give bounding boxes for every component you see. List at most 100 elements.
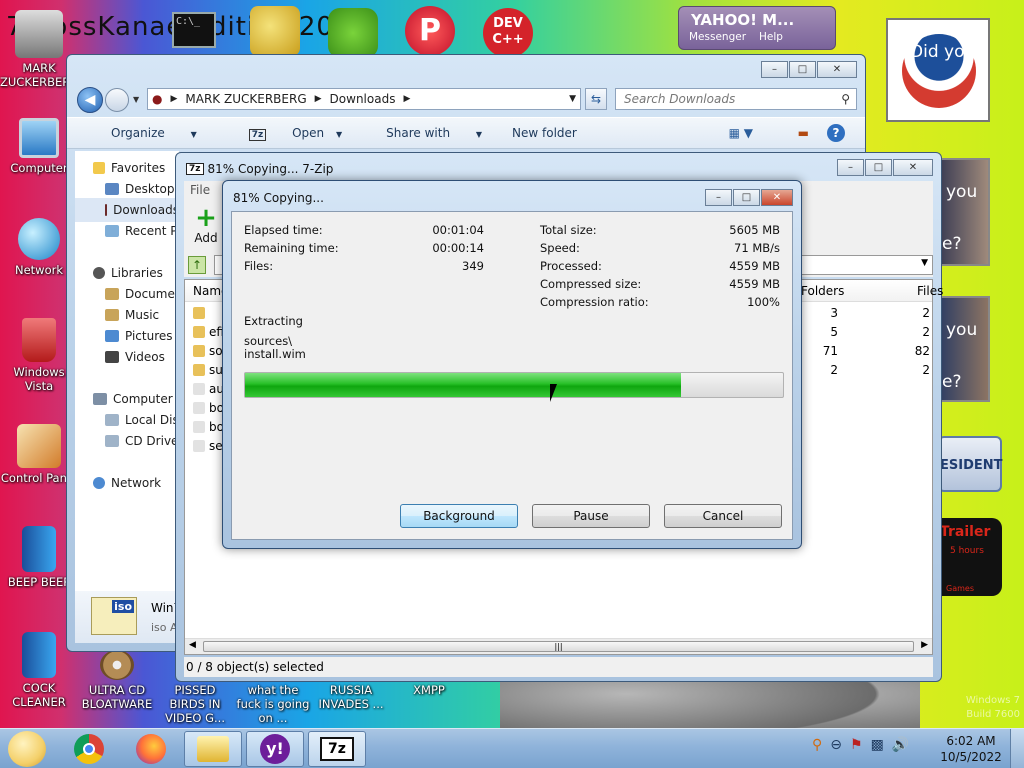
details-pane: iso Win7 iso A — [75, 591, 181, 643]
nav-network[interactable]: Network — [93, 476, 161, 490]
obama-poster-gadget[interactable]: Did you — [886, 18, 990, 122]
nav-videos[interactable]: Videos — [105, 350, 165, 364]
history-dropdown-icon[interactable]: ▼ — [133, 95, 139, 104]
network-globe-icon — [18, 218, 60, 260]
background-button[interactable]: Background — [400, 504, 518, 528]
network-tray-icon[interactable]: ▩ — [871, 737, 884, 753]
user-folder-icon — [15, 10, 63, 58]
close-button[interactable]: ✕ — [761, 189, 793, 206]
cell-files: 2 — [922, 325, 930, 339]
cd-drive-icon — [105, 435, 119, 447]
new-folder-button[interactable]: New folder — [512, 126, 577, 140]
clock[interactable]: 6:02 AM 10/5/2022 — [938, 733, 1004, 765]
close-button[interactable]: ✕ — [817, 61, 857, 78]
trailer-gadget[interactable]: Trailer 5 hours Games — [938, 518, 1002, 596]
nav-favorites[interactable]: Favorites — [93, 161, 165, 175]
yahoo-help-label: Help — [759, 31, 783, 43]
close-button[interactable]: ✕ — [893, 159, 933, 176]
pictures-icon — [105, 330, 119, 342]
share-with-button[interactable]: Share with ▼ — [364, 126, 482, 140]
minimize-button[interactable]: – — [837, 159, 864, 176]
taskbar-firefox[interactable] — [122, 731, 180, 767]
menu-file[interactable]: File — [190, 183, 210, 197]
beep-beep-icon — [22, 526, 56, 572]
p-logo-icon[interactable]: P — [405, 6, 455, 56]
forward-button[interactable] — [105, 88, 129, 112]
music-icon — [105, 309, 119, 321]
desktop-icon-ultra-cd[interactable]: ULTRA CD BLOATWARE — [78, 650, 156, 711]
file-icon — [193, 402, 205, 414]
add-button[interactable]: + Add — [188, 205, 224, 245]
maximize-button[interactable]: □ — [789, 61, 816, 78]
scroll-right-icon[interactable]: ▶ — [921, 640, 928, 650]
minimize-button[interactable]: – — [761, 61, 788, 78]
president-gadget[interactable]: ESIDENT — [938, 436, 1003, 492]
minimize-button[interactable]: – — [705, 189, 732, 206]
path-dropdown-icon[interactable]: ▼ — [921, 258, 928, 268]
file-icon — [193, 383, 205, 395]
recent-places-icon — [105, 225, 119, 237]
show-desktop-button[interactable] — [1010, 729, 1024, 768]
nav-pictures[interactable]: Pictures — [105, 329, 173, 343]
up-folder-icon[interactable]: ↑ — [188, 256, 206, 274]
stat-label: Total size: — [540, 223, 597, 237]
nav-computer[interactable]: Computer — [93, 392, 173, 406]
preview-pane-icon[interactable]: ▬ — [798, 126, 809, 140]
nav-music[interactable]: Music — [105, 308, 159, 322]
horizontal-scrollbar[interactable]: ◀ ||| ▶ — [185, 638, 932, 654]
taskbar-7zip[interactable]: 7z — [308, 731, 366, 767]
col-files[interactable]: Files — [917, 284, 943, 298]
folder-stack-icon[interactable] — [250, 6, 300, 56]
dev-cpp-icon[interactable]: DEV C++ — [483, 8, 533, 58]
breadcrumb-sep-icon: ▶ — [314, 94, 322, 104]
view-options-icon[interactable]: ▦ ▼ — [729, 126, 753, 140]
navigation-pane: Favorites Desktop Downloads Recent Place… — [75, 151, 208, 591]
refresh-button[interactable]: ⇆ — [585, 88, 607, 110]
volume-tray-icon[interactable]: 🔊 — [892, 737, 909, 753]
taskbar-explorer[interactable] — [184, 731, 242, 767]
cmd-icon[interactable]: C:\_ — [172, 12, 216, 48]
breadcrumb-user[interactable]: MARK ZUCKERBERG — [185, 92, 306, 106]
file-icon — [193, 440, 205, 452]
search-tray-icon[interactable]: ⚲ — [812, 737, 822, 753]
nav-cd-drive[interactable]: CD Drive — [105, 434, 178, 448]
maximize-button[interactable]: □ — [733, 189, 760, 206]
start-button[interactable] — [8, 731, 46, 767]
search-input[interactable]: Search Downloads ⚲ — [615, 88, 857, 110]
scroll-left-icon[interactable]: ◀ — [189, 640, 196, 650]
help-icon[interactable]: ? — [827, 124, 845, 142]
stat-value: 00:01:04 — [432, 223, 484, 237]
system-tray: ⚲ ⊖ ⚑ ▩ 🔊 — [812, 737, 909, 753]
back-button[interactable]: ◀ — [77, 87, 103, 113]
operation-label: Extracting — [244, 314, 303, 328]
col-folders[interactable]: Folders — [801, 284, 844, 298]
nav-desktop[interactable]: Desktop — [105, 182, 175, 196]
progress-dialog-body: Extracting sources\ install.wim Backgrou… — [231, 211, 793, 540]
nav-downloads[interactable]: Downloads — [75, 198, 179, 222]
progress-dialog[interactable]: 81% Copying... – □ ✕ Extracting sources\… — [222, 180, 802, 549]
scrollbar-thumb[interactable]: ||| — [203, 641, 914, 652]
trailer-games: Games — [946, 584, 974, 593]
7zip-small-icon: 7z — [248, 129, 267, 141]
breadcrumb-sep-icon: ▶ — [403, 94, 411, 104]
breadcrumb-downloads[interactable]: Downloads — [330, 92, 396, 106]
yahoo-messenger-widget[interactable]: YAHOO! M... Messenger Help — [678, 6, 836, 50]
minus-tray-icon[interactable]: ⊖ — [830, 737, 842, 753]
taskbar-chrome[interactable] — [60, 731, 118, 767]
nav-libraries[interactable]: Libraries — [93, 266, 163, 280]
flag-tray-icon[interactable]: ⚑ — [850, 737, 863, 753]
poster-gadget-2[interactable]: you e? — [938, 158, 990, 266]
open-button[interactable]: 7z Open ▼ — [227, 126, 342, 141]
pause-button[interactable]: Pause — [532, 504, 650, 528]
organize-button[interactable]: Organize ▼ — [89, 126, 197, 140]
taskbar-yahoo[interactable]: y! — [246, 731, 304, 767]
address-bar[interactable]: ● ▶ MARK ZUCKERBERG ▶ Downloads ▶ ▼ — [147, 88, 581, 110]
poster-gadget-3[interactable]: you e? — [938, 296, 990, 402]
nav-local-disk[interactable]: Local Disk — [105, 413, 186, 427]
pissed-bird-icon[interactable] — [328, 8, 378, 58]
search-icon[interactable]: ⚲ — [841, 92, 850, 106]
cancel-button[interactable]: Cancel — [664, 504, 782, 528]
maximize-button[interactable]: □ — [865, 159, 892, 176]
current-dir: sources\ — [244, 334, 293, 348]
address-dropdown-icon[interactable]: ▼ — [569, 94, 576, 104]
